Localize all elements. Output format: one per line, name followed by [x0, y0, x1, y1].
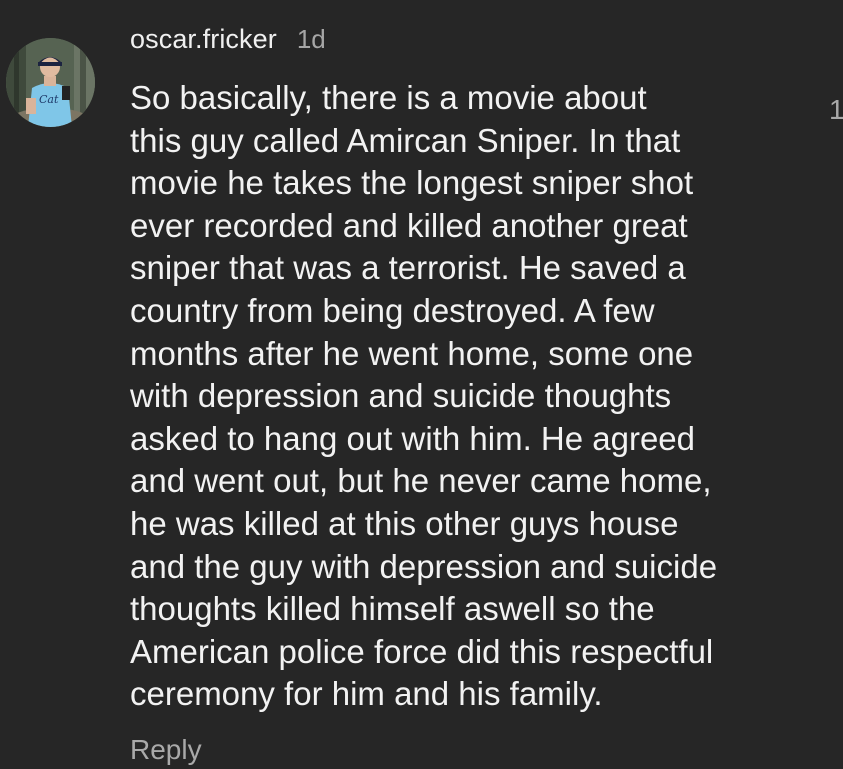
username-link[interactable]: oscar.fricker: [130, 24, 277, 55]
profile-photo-icon: Cat: [6, 38, 95, 127]
comment-text: So basically, there is a movie about thi…: [130, 79, 718, 713]
comment-screen: Cat oscar.fricker 1d So basically, there…: [0, 0, 843, 769]
reply-button[interactable]: Reply: [130, 734, 202, 766]
avatar[interactable]: Cat: [6, 38, 95, 127]
svg-text:Cat: Cat: [39, 93, 59, 106]
comment-body: oscar.fricker 1d So basically, there is …: [130, 24, 820, 766]
comment-timestamp: 1d: [296, 24, 326, 54]
comment-header: oscar.fricker 1d: [130, 24, 820, 60]
like-count[interactable]: 1: [829, 94, 843, 126]
